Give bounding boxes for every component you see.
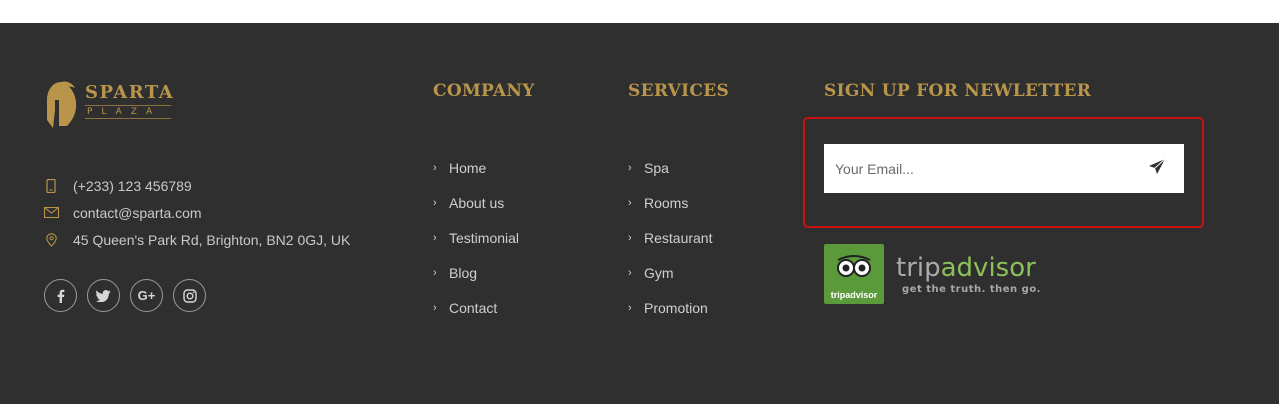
chevron-right-icon: › [628, 196, 632, 209]
map-pin-icon [43, 232, 59, 248]
chevron-right-icon: › [433, 266, 437, 279]
company-links: › Home › About us › Testimonial › Blog › Cont… [433, 150, 519, 325]
company-link-contact[interactable]: › Contact [433, 290, 519, 325]
services-link-rooms[interactable]: › Rooms [628, 185, 712, 220]
services-heading: SERVICES [628, 81, 730, 101]
google-plus-icon[interactable]: G+ [130, 279, 163, 312]
tripadvisor-owl-icon: tripadvisor [824, 244, 884, 304]
brand-name: SPARTA [85, 82, 175, 103]
chevron-right-icon: › [433, 161, 437, 174]
newsletter-form [824, 143, 1184, 194]
contact-info: (+233) 123 456789 contact@sparta.com 45 … [43, 172, 350, 253]
contact-address: 45 Queen's Park Rd, Brighton, BN2 0GJ, U… [73, 231, 351, 248]
services-link-gym[interactable]: › Gym [628, 255, 712, 290]
company-link-blog[interactable]: › Blog [433, 255, 519, 290]
chevron-right-icon: › [433, 231, 437, 244]
facebook-icon[interactable] [44, 279, 77, 312]
chevron-right-icon: › [628, 301, 632, 314]
twitter-icon[interactable] [87, 279, 120, 312]
company-link-testimonial[interactable]: › Testimonial [433, 220, 519, 255]
chevron-right-icon: › [628, 161, 632, 174]
tripadvisor-wordmark: tripadvisor [896, 252, 1036, 283]
services-link-spa[interactable]: › Spa [628, 150, 712, 185]
phone-icon [43, 178, 59, 194]
services-link-promotion[interactable]: › Promotion [628, 290, 712, 325]
chevron-right-icon: › [628, 266, 632, 279]
brand-subtitle: PLAZA [85, 105, 171, 119]
newsletter-heading: SIGN UP FOR NEWLETTER [824, 81, 1092, 101]
email-input[interactable] [824, 143, 1137, 194]
tripadvisor-tagline: get the truth. then go. [902, 283, 1041, 295]
company-heading: COMPANY [433, 81, 535, 101]
instagram-icon[interactable] [173, 279, 206, 312]
chevron-right-icon: › [433, 301, 437, 314]
social-links: G+ [44, 279, 216, 312]
chevron-right-icon: › [628, 231, 632, 244]
chevron-right-icon: › [433, 196, 437, 209]
services-links: › Spa › Rooms › Restaurant › Gym › Promotion [628, 150, 712, 325]
tripadvisor-badge[interactable]: tripadvisor tripadvisor get the truth. t… [824, 244, 1041, 304]
company-link-about[interactable]: › About us [433, 185, 519, 220]
contact-email-row: contact@sparta.com [43, 199, 350, 226]
top-bar [0, 0, 1279, 23]
contact-phone-row: (+233) 123 456789 [43, 172, 350, 199]
company-link-home[interactable]: › Home [433, 150, 519, 185]
envelope-icon [43, 205, 59, 221]
paper-plane-icon[interactable] [1148, 158, 1168, 178]
spartan-helmet-icon [47, 81, 77, 128]
tripadvisor-badge-text: tripadvisor [830, 290, 878, 300]
services-link-restaurant[interactable]: › Restaurant [628, 220, 712, 255]
contact-address-row: 45 Queen's Park Rd, Brighton, BN2 0GJ, U… [43, 226, 350, 253]
logo[interactable]: SPARTA PLAZA [43, 80, 174, 130]
contact-phone: (+233) 123 456789 [73, 177, 192, 194]
contact-email[interactable]: contact@sparta.com [73, 205, 202, 221]
